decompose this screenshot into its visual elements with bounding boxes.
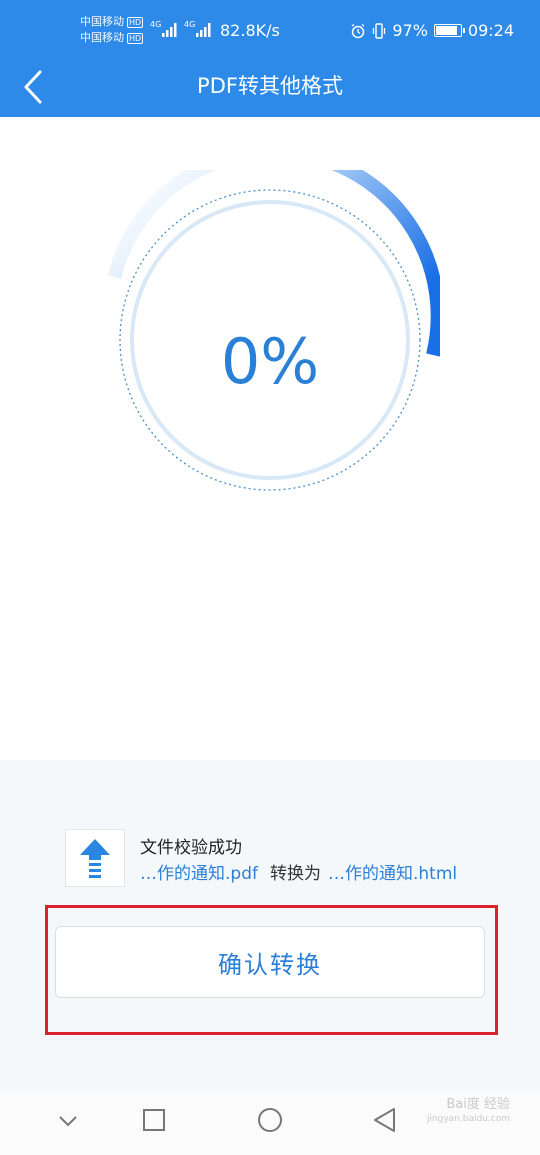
file-thumbnail — [65, 829, 125, 887]
network-type-label: 4G — [150, 20, 162, 29]
network-speed: 82.8K/s — [220, 21, 280, 40]
carrier-2-label: 中国移动 — [80, 31, 124, 44]
confirm-convert-button[interactable]: 确认转换 — [55, 926, 485, 998]
recent-apps-icon[interactable] — [142, 1104, 166, 1138]
signal-icon — [196, 23, 211, 37]
app-header: 中国移动 HD 中国移动 HD 4G 4G 82.8K/s 97% 09:24 … — [0, 0, 540, 117]
vibrate-icon — [373, 22, 386, 39]
conversion-info: …作的通知.pdf 转换为 …作的通知.html — [140, 859, 457, 884]
hd-badge: HD — [127, 16, 144, 28]
carrier-info: 中国移动 HD 中国移动 HD — [80, 14, 144, 46]
clock: 09:24 — [467, 21, 514, 40]
signal-icon — [162, 23, 177, 37]
source-file-name: …作的通知.pdf — [140, 864, 258, 884]
watermark: Bai度 经验 jingyan.baidu.com — [427, 1098, 510, 1126]
progress-percent: 0% — [220, 325, 320, 398]
watermark-line-1: Bai度 经验 — [446, 1097, 510, 1112]
page-title: PDF转其他格式 — [197, 74, 343, 98]
collapse-chevron-icon[interactable] — [56, 1104, 80, 1138]
status-bar: 中国移动 HD 中国移动 HD 4G 4G 82.8K/s 97% 09:24 — [0, 0, 540, 62]
battery-percent: 97% — [392, 21, 428, 40]
alarm-icon — [351, 23, 365, 38]
back-triangle-icon[interactable] — [372, 1104, 398, 1138]
upload-arrow-icon — [80, 839, 110, 878]
watermark-line-2: jingyan.baidu.com — [426, 1114, 510, 1124]
convert-to-label: 转换为 — [269, 864, 321, 884]
carrier-1-label: 中国移动 — [80, 15, 124, 28]
network-type-label: 4G — [184, 20, 196, 29]
target-file-name: …作的通知.html — [327, 864, 458, 884]
verification-status: 文件校验成功 — [140, 838, 242, 858]
battery-level-fill — [435, 26, 457, 35]
home-icon[interactable] — [256, 1104, 284, 1138]
battery-icon — [433, 24, 465, 37]
title-bar: PDF转其他格式 — [0, 58, 540, 110]
hd-badge: HD — [127, 32, 144, 44]
